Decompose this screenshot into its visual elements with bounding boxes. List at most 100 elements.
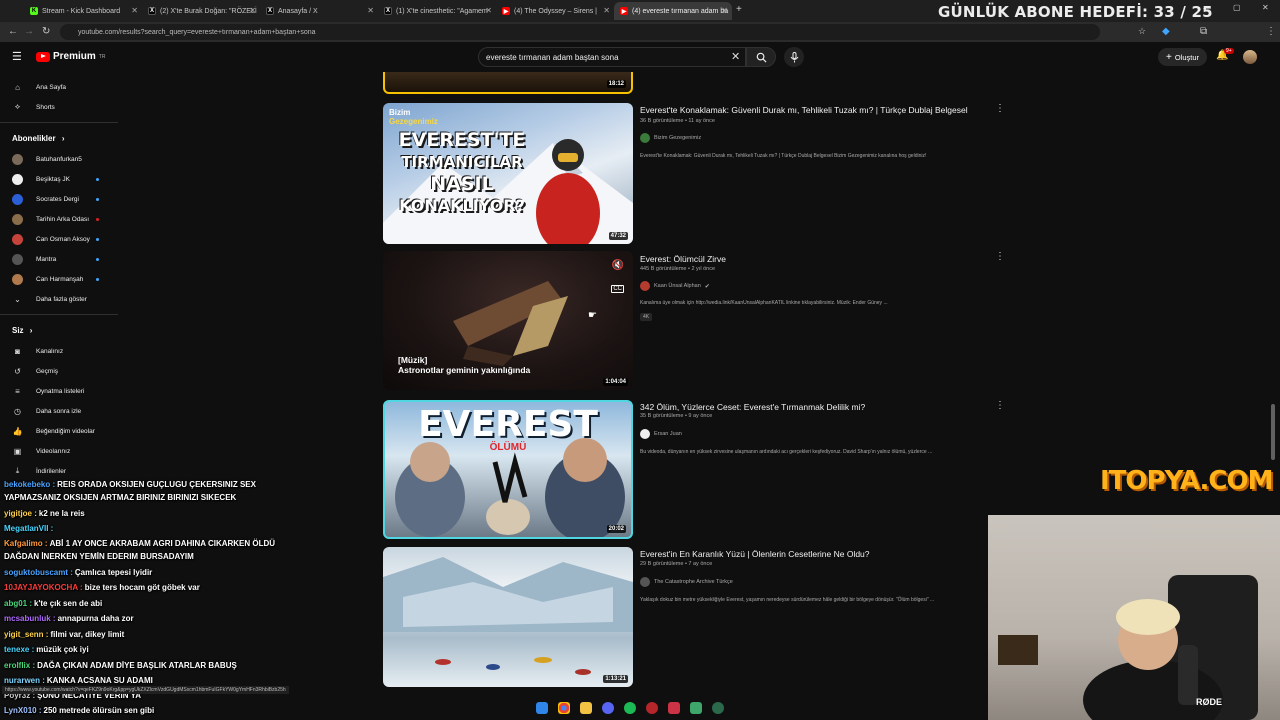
voice-search-button[interactable] bbox=[784, 47, 804, 67]
spotify-icon[interactable] bbox=[624, 702, 636, 714]
chat-username: tenexe : bbox=[4, 645, 35, 654]
create-button[interactable]: + Oluştur bbox=[1158, 48, 1208, 66]
close-tab-icon[interactable]: ✕ bbox=[367, 6, 374, 15]
discord-icon[interactable] bbox=[602, 702, 614, 714]
chat-message: DAĞDAN İNERKEN YEMİN EDERIM BURSADAYIM bbox=[4, 552, 194, 561]
mute-icon[interactable]: 🔇 bbox=[612, 260, 624, 271]
channel-link[interactable]: Kaan Ünsal Alphan ✔ bbox=[640, 281, 710, 291]
sidebar-item-shorts[interactable]: ⟡ Shorts bbox=[0, 98, 118, 116]
close-tab-icon[interactable]: ✕ bbox=[131, 6, 138, 15]
obs-icon[interactable] bbox=[646, 702, 658, 714]
sidebar-item-subscription[interactable]: Tarihin Arka Odası bbox=[0, 210, 118, 228]
sidebar-item-subscription[interactable]: Socrates Dergi bbox=[0, 190, 118, 208]
youtube-logo[interactable]: Premium TR bbox=[36, 51, 105, 62]
browser-tab[interactable]: X (2) X'te Burak Doğan: "RÖZELİ ✕ bbox=[142, 2, 260, 20]
subscriptions-heading[interactable]: Abonelikler › bbox=[12, 134, 64, 143]
channel-avatar bbox=[12, 233, 23, 245]
clear-search-icon[interactable]: ✕ bbox=[731, 50, 740, 63]
new-content-dot bbox=[96, 257, 99, 261]
browser-menu-icon[interactable]: ⋮ bbox=[1266, 26, 1276, 37]
close-tab-icon[interactable]: ✕ bbox=[721, 6, 728, 15]
channel-link[interactable]: Ersan Juan bbox=[640, 429, 682, 439]
video-title[interactable]: Everest'te Konaklamak: Güvenli Durak mı,… bbox=[640, 105, 968, 115]
close-tab-icon[interactable]: ✕ bbox=[249, 6, 256, 15]
more-options-icon[interactable]: ⋮ bbox=[995, 400, 1005, 411]
channel-link[interactable]: The Catastrophe Archive Türkçe bbox=[640, 577, 733, 587]
search-input[interactable]: evereste tırmanan adam baştan sona bbox=[478, 47, 746, 67]
chat-message: abg01 : k'te çık sen de abi bbox=[4, 599, 102, 608]
sidebar-show-more[interactable]: ⌄ Daha fazla göster bbox=[0, 290, 118, 308]
app-icon[interactable] bbox=[712, 702, 724, 714]
sidebar-item-your-channel[interactable]: ◙ Kanalınız bbox=[0, 342, 118, 360]
file-explorer-icon[interactable] bbox=[580, 702, 592, 714]
video-thumbnail[interactable]: Bizim Gezegenimiz EVEREST'TE TIRMANICILA… bbox=[383, 103, 633, 244]
sidebar-item-label: Oynatma listeleri bbox=[36, 387, 85, 395]
account-avatar[interactable] bbox=[1243, 50, 1257, 64]
x-logo-icon: X bbox=[148, 7, 156, 15]
sidebar-item-playlists[interactable]: ≡ Oynatma listeleri bbox=[0, 382, 118, 400]
sidebar-item-liked[interactable]: 👍 Beğendiğim videolar bbox=[0, 422, 118, 440]
back-icon[interactable]: ← bbox=[8, 26, 18, 37]
chat-username: bekokebeko : bbox=[4, 480, 56, 489]
chrome-icon[interactable] bbox=[558, 702, 570, 714]
browser-tab[interactable]: ▶ (4) The Odyssey – Sirens | ✕ bbox=[496, 2, 614, 20]
close-window-icon[interactable]: ✕ bbox=[1262, 3, 1269, 12]
tab-title: (4) The Odyssey – Sirens | bbox=[514, 7, 597, 15]
sidebar-item-your-videos[interactable]: ▣ Videolarınız bbox=[0, 442, 118, 460]
maximize-icon[interactable]: ▢ bbox=[1233, 3, 1241, 12]
forward-icon[interactable]: → bbox=[24, 26, 34, 37]
video-thumbnail[interactable]: 18:12 bbox=[383, 72, 633, 94]
more-options-icon[interactable]: ⋮ bbox=[995, 251, 1005, 262]
chat-message: YAPMAZSANIZ OKSIJEN ARTMAZ BIRINIZ BIRIN… bbox=[4, 493, 236, 502]
reload-icon[interactable]: ↻ bbox=[42, 26, 50, 37]
thumbnail-text: ÖLÜMÜ bbox=[489, 442, 527, 453]
sidebar-item-watch-later[interactable]: ◷ Daha sonra izle bbox=[0, 402, 118, 420]
video-title[interactable]: Everest: Ölümcül Zirve bbox=[640, 254, 726, 264]
browser-tab-active[interactable]: ▶ (4) evereste tırmanan adam ba ✕ bbox=[614, 2, 732, 20]
page-scrollbar-thumb[interactable] bbox=[1271, 404, 1275, 460]
more-options-icon[interactable]: ⋮ bbox=[995, 103, 1005, 114]
sidebar-item-subscription[interactable]: Mantra bbox=[0, 250, 118, 268]
sidebar-item-subscription[interactable]: Can Osman Aksoy bbox=[0, 230, 118, 248]
chat-message: nurarwen : KANKA ACSANA SU ADAMI bbox=[4, 676, 153, 685]
captions-icon[interactable]: CC bbox=[611, 285, 624, 293]
channel-link[interactable]: Bizim Gezegenimiz bbox=[640, 133, 701, 143]
channel-avatar bbox=[12, 253, 23, 265]
bookmark-star-icon[interactable]: ☆ bbox=[1138, 26, 1146, 37]
sidebar-item-subscription[interactable]: Beşiktaş JK bbox=[0, 170, 118, 188]
app-icon[interactable] bbox=[668, 702, 680, 714]
webcam-scene: RØDE bbox=[998, 575, 1258, 720]
sidebar-item-subscription[interactable]: Batuhanfurkan5 bbox=[0, 150, 118, 168]
browser-tab[interactable]: K Stream - Kick Dashboard ✕ bbox=[24, 2, 142, 20]
video-title[interactable]: Everest'in En Karanlık Yüzü | Ölenlerin … bbox=[640, 549, 870, 559]
thumbnail-text: TIRMANICILAR bbox=[401, 153, 523, 171]
windows-start-icon[interactable] bbox=[536, 702, 548, 714]
duration-badge: 1:04:04 bbox=[603, 378, 628, 386]
new-tab-button[interactable]: + bbox=[736, 4, 742, 15]
sidebar-item-subscription[interactable]: Can Harmanşah bbox=[0, 270, 118, 288]
sidebar-item-label: Can Harmanşah bbox=[36, 275, 84, 283]
channel-avatar bbox=[640, 429, 650, 439]
you-heading[interactable]: Siz › bbox=[12, 326, 32, 335]
chat-text: k2 ne la reis bbox=[38, 509, 85, 518]
app-icon[interactable] bbox=[690, 702, 702, 714]
video-title[interactable]: 342 Ölüm, Yüzlerce Ceset: Everest'e Tırm… bbox=[640, 402, 865, 412]
video-thumbnail[interactable]: EVEREST ÖLÜMÜ 20:02 bbox=[383, 400, 633, 539]
extensions-puzzle-icon[interactable]: ⧉ bbox=[1200, 26, 1207, 37]
url-field[interactable]: youtube.com/results?search_query=everest… bbox=[60, 24, 1100, 40]
browser-tab[interactable]: X (1) X'te cinesthetic: "Agamem ✕ bbox=[378, 2, 496, 20]
chat-text: REIS ORADA OKSIJEN GUÇLUGU ÇEKERSINIZ SE… bbox=[57, 480, 256, 489]
close-tab-icon[interactable]: ✕ bbox=[485, 6, 492, 15]
close-tab-icon[interactable]: ✕ bbox=[603, 6, 610, 15]
sidebar-item-home[interactable]: ⌂ Ana Sayfa bbox=[0, 78, 118, 96]
browser-tab[interactable]: X Anasayfa / X ✕ bbox=[260, 2, 378, 20]
video-thumbnail[interactable]: 1:13:21 bbox=[383, 547, 633, 687]
extension-icon[interactable]: ◆ bbox=[1162, 26, 1170, 37]
channel-avatar bbox=[12, 153, 23, 165]
chat-username: Kafgalimo : bbox=[4, 539, 48, 548]
sidebar-item-label: Shorts bbox=[36, 103, 55, 111]
hamburger-menu-icon[interactable]: ☰ bbox=[12, 50, 22, 63]
sidebar-item-history[interactable]: ↺ Geçmiş bbox=[0, 362, 118, 380]
new-content-dot bbox=[96, 197, 99, 201]
search-button[interactable] bbox=[746, 47, 776, 67]
